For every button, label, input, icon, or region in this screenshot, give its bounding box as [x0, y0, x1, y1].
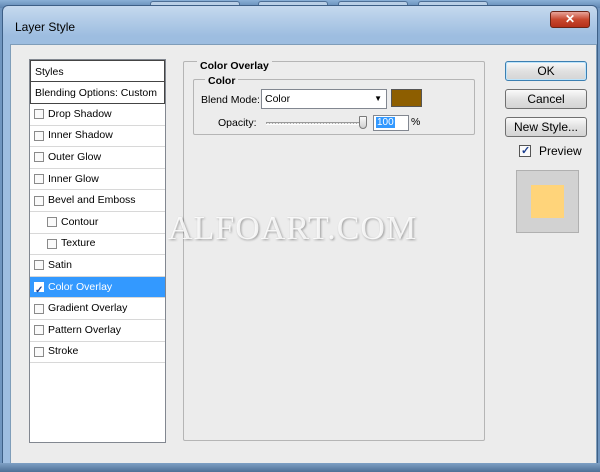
blend-mode-label: Blend Mode:	[201, 94, 260, 106]
style-checkbox[interactable]	[34, 195, 44, 206]
overlay-color-swatch[interactable]	[391, 89, 422, 107]
style-item-label: Gradient Overlay	[48, 302, 128, 315]
opacity-unit: %	[411, 116, 421, 128]
color-overlay-title: Color Overlay	[197, 60, 272, 72]
style-item-label: Color Overlay	[48, 280, 113, 293]
style-checkbox[interactable]	[47, 217, 57, 228]
style-item-texture[interactable]: Texture	[30, 234, 165, 256]
style-item-label: Bevel and Emboss	[48, 194, 136, 207]
style-checkbox[interactable]	[34, 260, 44, 271]
style-item-label: Texture	[61, 237, 96, 250]
style-checkbox[interactable]	[34, 130, 44, 141]
style-checkbox[interactable]	[34, 152, 44, 163]
preview-label: Preview	[539, 144, 582, 158]
style-item-outer-glow[interactable]: Outer Glow	[30, 147, 165, 169]
opacity-slider-thumb[interactable]	[359, 116, 367, 129]
new-style-button[interactable]: New Style...	[505, 117, 587, 137]
style-item-color-overlay[interactable]: Color Overlay	[30, 276, 165, 301]
style-checkbox[interactable]	[34, 174, 44, 185]
style-item-contour[interactable]: Contour	[30, 212, 165, 234]
style-item-inner-shadow[interactable]: Inner Shadow	[30, 126, 165, 148]
color-subgroup-title: Color	[205, 75, 239, 87]
preview-thumbnail	[516, 170, 579, 233]
style-item-drop-shadow[interactable]: Drop Shadow	[30, 104, 165, 126]
close-button[interactable]: ✕	[550, 11, 590, 28]
style-item-inner-glow[interactable]: Inner Glow	[30, 169, 165, 191]
chevron-down-icon: ▼	[374, 94, 382, 103]
style-item-stroke[interactable]: Stroke	[30, 342, 165, 364]
opacity-value: 100	[376, 117, 395, 128]
blend-mode-select[interactable]: Color ▼	[261, 89, 387, 109]
style-items-list: Drop Shadow Inner Shadow Outer Glow Inner G…	[30, 104, 165, 364]
dialog-title: Layer Style	[15, 20, 76, 34]
blending-options-item[interactable]: Blending Options: Custom	[30, 82, 165, 104]
style-item-label: Pattern Overlay	[48, 323, 121, 336]
style-item-pattern-overlay[interactable]: Pattern Overlay	[30, 320, 165, 342]
style-item-label: Outer Glow	[48, 150, 102, 163]
preview-checkbox[interactable]	[519, 144, 531, 157]
dialog-client-area: Styles Blending Options: Custom Drop Sha…	[10, 44, 597, 465]
style-checkbox[interactable]	[34, 325, 44, 336]
taskbar-strip	[0, 463, 600, 472]
style-item-label: Inner Shadow	[48, 129, 113, 142]
opacity-input[interactable]: 100	[373, 115, 409, 131]
style-item-label: Contour	[61, 215, 99, 228]
style-checkbox[interactable]	[47, 238, 57, 249]
opacity-slider-track[interactable]	[266, 122, 366, 125]
cancel-button[interactable]: Cancel	[505, 89, 587, 109]
style-checkbox[interactable]	[34, 280, 44, 301]
style-checkbox[interactable]	[34, 303, 44, 314]
preview-toggle[interactable]: Preview	[519, 144, 582, 158]
style-item-gradient-overlay[interactable]: Gradient Overlay	[30, 298, 165, 320]
ok-button[interactable]: OK	[505, 61, 587, 81]
styles-header[interactable]: Styles	[30, 60, 165, 82]
style-item-label: Stroke	[48, 345, 79, 358]
watermark-text: ALFOART.COM	[168, 210, 418, 247]
style-checkbox[interactable]	[34, 109, 44, 120]
style-item-bevel-and-emboss[interactable]: Bevel and Emboss	[30, 190, 165, 212]
style-item-satin[interactable]: Satin	[30, 255, 165, 277]
style-item-label: Inner Glow	[48, 172, 99, 185]
style-checkbox[interactable]	[34, 346, 44, 357]
preview-fill	[531, 185, 564, 218]
style-item-label: Satin	[48, 258, 72, 271]
close-icon: ✕	[564, 12, 576, 26]
blend-mode-value: Color	[265, 93, 291, 105]
opacity-label: Opacity:	[218, 117, 257, 129]
styles-list-panel: Styles Blending Options: Custom Drop Sha…	[29, 59, 166, 443]
style-item-label: Drop Shadow	[48, 107, 112, 120]
